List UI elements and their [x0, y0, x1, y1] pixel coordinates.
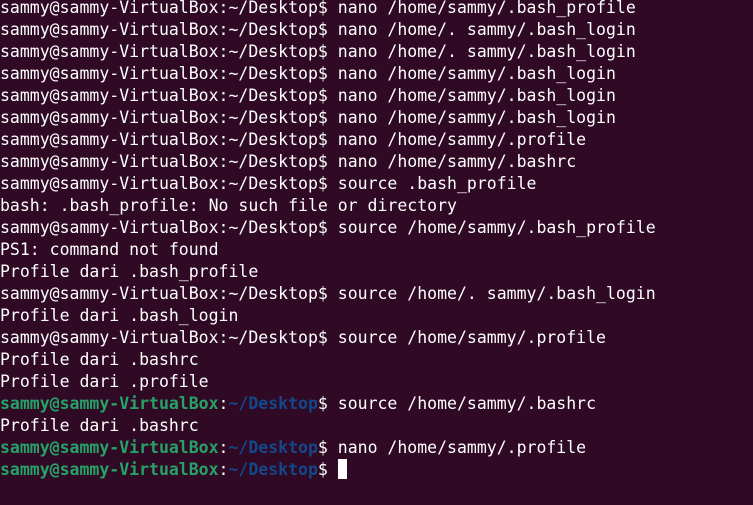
output-text: Profile dari .bash_login: [0, 306, 239, 325]
prompt-line: sammy@sammy-VirtualBox:~/Desktop$ source…: [0, 283, 656, 305]
shell-prompt: sammy@sammy-VirtualBox:~/Desktop$: [0, 42, 328, 61]
command-text: nano /home/sammy/.bash_login: [327, 86, 616, 105]
prompt-separator: :: [218, 460, 229, 479]
prompt-line: sammy@sammy-VirtualBox:~/Desktop$ nano /…: [0, 63, 656, 85]
output-line: Profile dari .profile: [0, 371, 656, 393]
command-text: source /home/sammy/.bashrc: [327, 394, 597, 413]
output-line: bash: .bash_profile: No such file or dir…: [0, 195, 656, 217]
output-text: Profile dari .bashrc: [0, 350, 199, 369]
prompt-dollar: $: [317, 438, 328, 457]
command-text: source /home/sammy/.bash_profile: [327, 218, 656, 237]
output-text: bash: .bash_profile: No such file or dir…: [0, 196, 457, 215]
command-text: source /home/sammy/.profile: [327, 328, 606, 347]
command-text: nano /home/sammy/.profile: [327, 130, 587, 149]
output-line: Profile dari .bashrc: [0, 349, 656, 371]
shell-prompt: sammy@sammy-VirtualBox:~/Desktop$: [0, 218, 328, 237]
shell-prompt: sammy@sammy-VirtualBox:~/Desktop$: [0, 284, 328, 303]
prompt-line: sammy@sammy-VirtualBox:~/Desktop$ nano /…: [0, 129, 656, 151]
prompt-line: sammy@sammy-VirtualBox:~/Desktop$: [0, 459, 656, 481]
command-text: nano /home/sammy/.profile: [327, 438, 587, 457]
prompt-dollar: $: [317, 394, 328, 413]
prompt-line: sammy@sammy-VirtualBox:~/Desktop$ nano /…: [0, 19, 656, 41]
command-text: nano /home/sammy/.bashrc: [327, 152, 577, 171]
prompt-dollar: $: [317, 460, 328, 479]
prompt-user-host: sammy@sammy-VirtualBox: [0, 460, 219, 479]
output-text: Profile dari .bash_profile: [0, 262, 259, 281]
prompt-line: sammy@sammy-VirtualBox:~/Desktop$ nano /…: [0, 437, 656, 459]
shell-prompt: sammy@sammy-VirtualBox:~/Desktop$: [0, 108, 328, 127]
command-text: nano /home/sammy/.bash_login: [327, 108, 616, 127]
prompt-line: sammy@sammy-VirtualBox:~/Desktop$ nano /…: [0, 85, 656, 107]
shell-prompt: sammy@sammy-VirtualBox:~/Desktop$: [0, 86, 328, 105]
shell-prompt: sammy@sammy-VirtualBox:~/Desktop$: [0, 328, 328, 347]
prompt-line: sammy@sammy-VirtualBox:~/Desktop$ nano /…: [0, 41, 656, 63]
command-text: nano /home/. sammy/.bash_login: [327, 20, 636, 39]
output-text: PS1: command not found: [0, 240, 219, 259]
output-line: Profile dari .bash_login: [0, 305, 656, 327]
output-line: Profile dari .bash_profile: [0, 261, 656, 283]
prompt-path: ~/Desktop: [228, 394, 318, 413]
prompt-separator: :: [218, 394, 229, 413]
command-text: source /home/. sammy/.bash_login: [327, 284, 656, 303]
prompt-user-host: sammy@sammy-VirtualBox: [0, 394, 219, 413]
terminal-output[interactable]: sammy@sammy-VirtualBox:~/Desktop$ nano /…: [0, 0, 656, 481]
text-cursor: [337, 459, 347, 479]
command-text: nano /home/sammy/.bash_profile: [327, 0, 636, 17]
prompt-path: ~/Desktop: [228, 460, 318, 479]
prompt-line: sammy@sammy-VirtualBox:~/Desktop$ source…: [0, 217, 656, 239]
shell-prompt: sammy@sammy-VirtualBox:~/Desktop$: [0, 0, 328, 17]
prompt-line: sammy@sammy-VirtualBox:~/Desktop$ source…: [0, 173, 656, 195]
shell-prompt: sammy@sammy-VirtualBox:~/Desktop$: [0, 64, 328, 83]
output-line: Profile dari .bashrc: [0, 415, 656, 437]
command-text: source .bash_profile: [327, 174, 537, 193]
prompt-line: sammy@sammy-VirtualBox:~/Desktop$ source…: [0, 393, 656, 415]
shell-prompt: sammy@sammy-VirtualBox:~/Desktop$: [0, 174, 328, 193]
prompt-line: sammy@sammy-VirtualBox:~/Desktop$ nano /…: [0, 107, 656, 129]
output-text: Profile dari .bashrc: [0, 416, 199, 435]
prompt-line: sammy@sammy-VirtualBox:~/Desktop$ nano /…: [0, 0, 656, 19]
prompt-line: sammy@sammy-VirtualBox:~/Desktop$ nano /…: [0, 151, 656, 173]
output-line: PS1: command not found: [0, 239, 656, 261]
shell-prompt: sammy@sammy-VirtualBox:~/Desktop$: [0, 152, 328, 171]
prompt-path: ~/Desktop: [228, 438, 318, 457]
shell-prompt: sammy@sammy-VirtualBox:~/Desktop$: [0, 20, 328, 39]
output-text: Profile dari .profile: [0, 372, 209, 391]
shell-prompt: sammy@sammy-VirtualBox:~/Desktop$: [0, 130, 328, 149]
terminal-window[interactable]: sammy@sammy-VirtualBox:~/Desktop$ nano /…: [0, 0, 753, 505]
command-text: nano /home/. sammy/.bash_login: [327, 42, 636, 61]
prompt-separator: :: [218, 438, 229, 457]
prompt-line: sammy@sammy-VirtualBox:~/Desktop$ source…: [0, 327, 656, 349]
prompt-user-host: sammy@sammy-VirtualBox: [0, 438, 219, 457]
command-text: nano /home/sammy/.bash_login: [327, 64, 616, 83]
